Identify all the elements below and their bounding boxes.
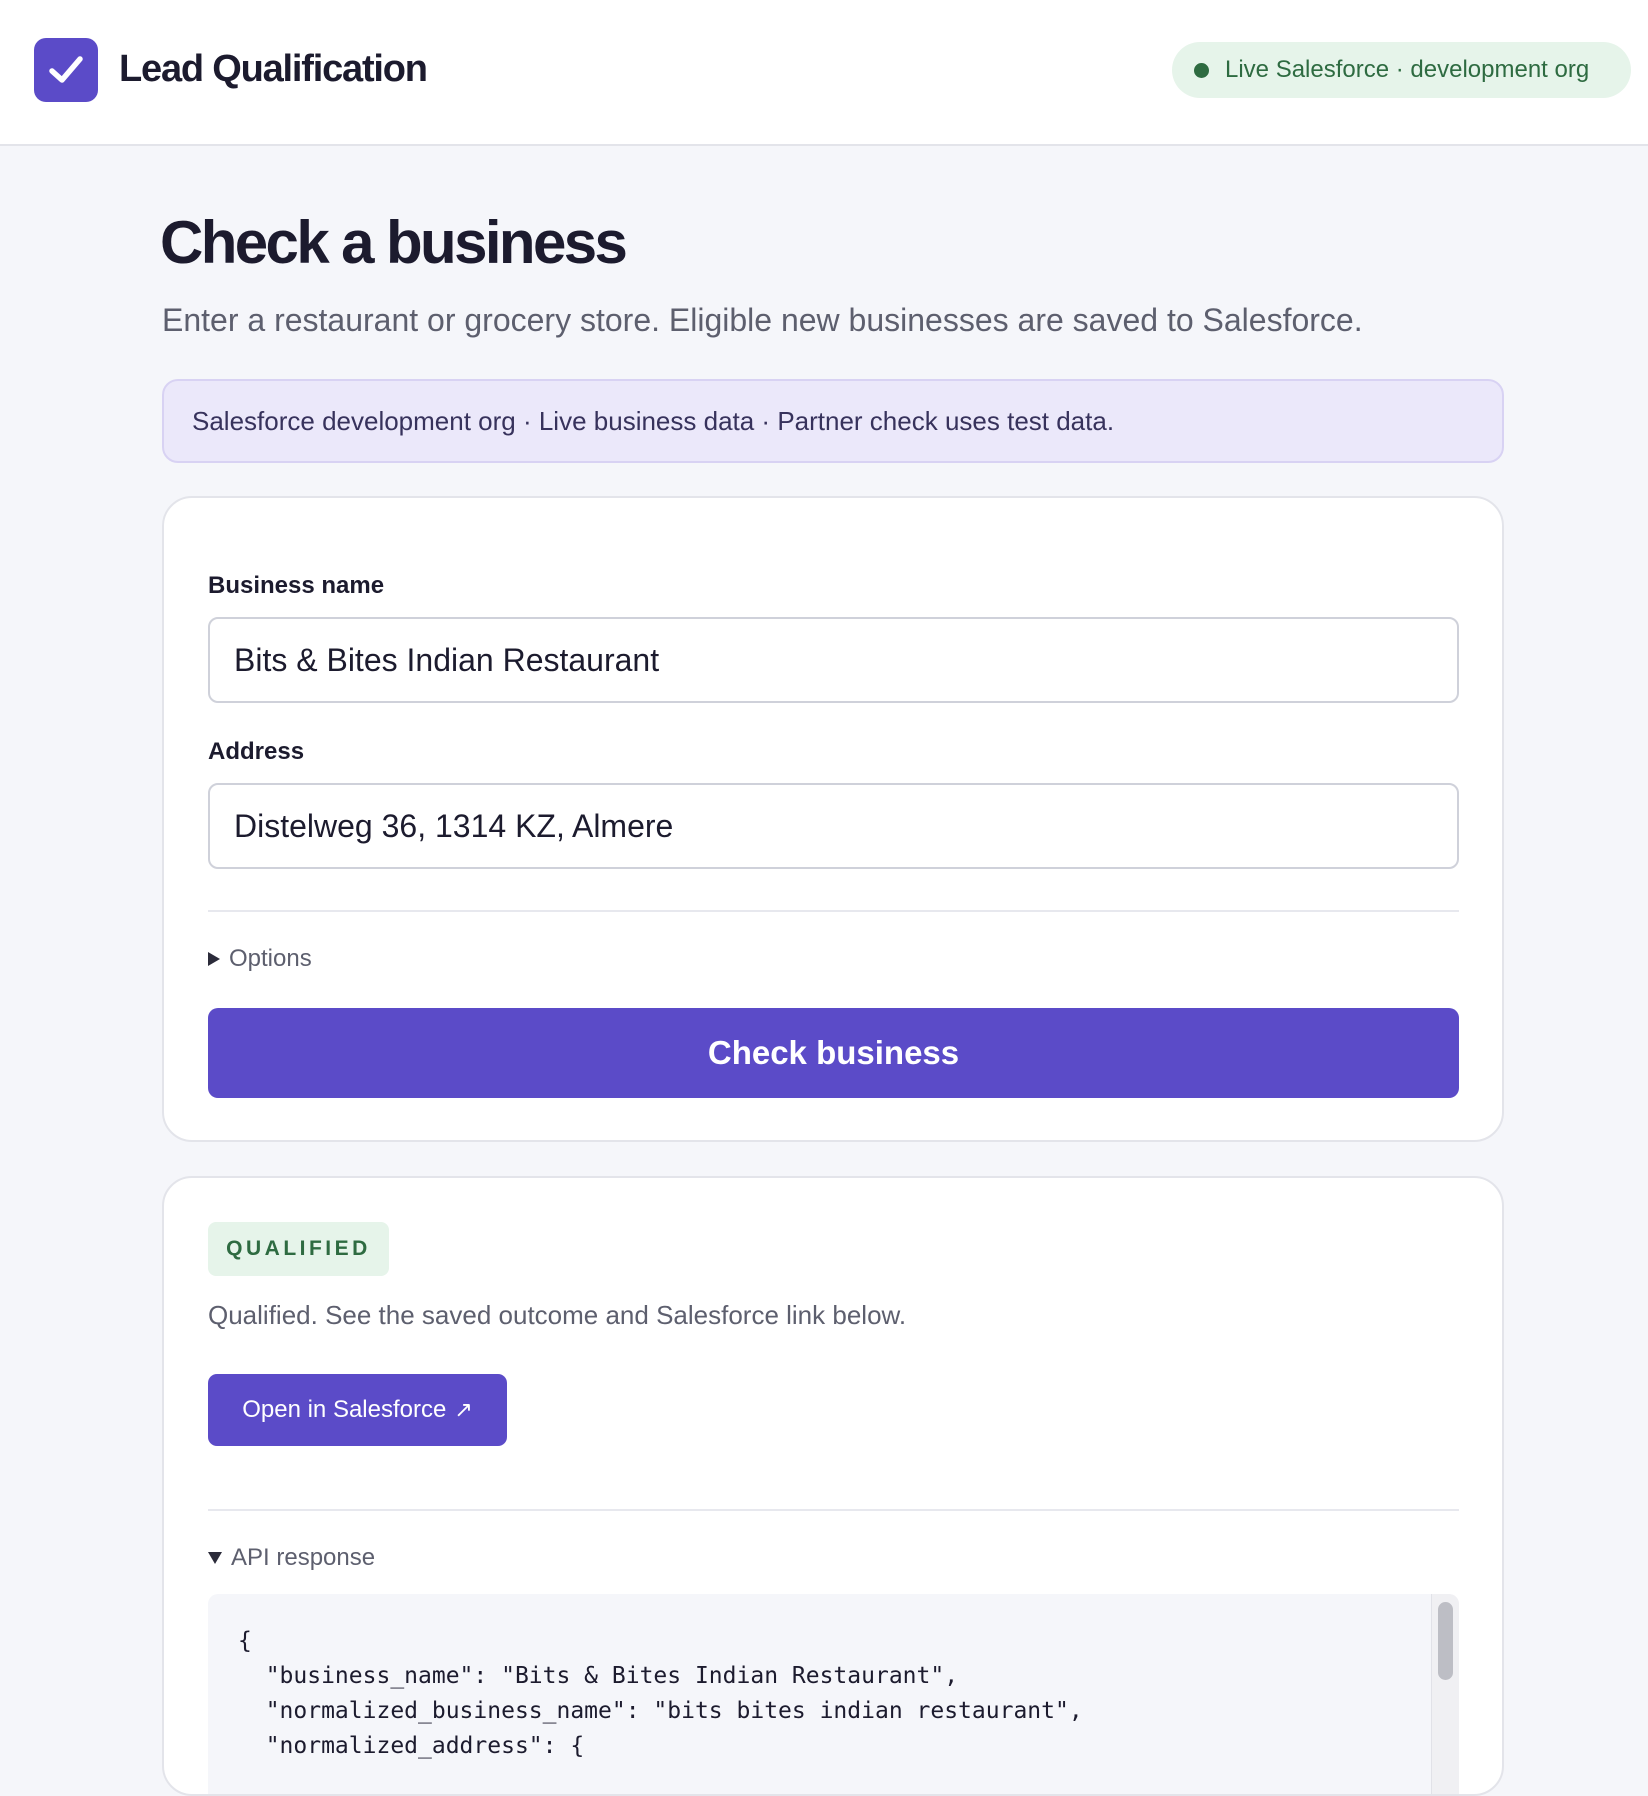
connection-status-badge: Live Salesforce · development org — [1172, 42, 1631, 98]
open-in-salesforce-label: Open in Salesforce — [242, 1396, 447, 1423]
options-toggle[interactable]: Options — [208, 945, 312, 973]
api-response-label: API response — [231, 1544, 376, 1571]
external-link-icon: ↗ — [454, 1397, 473, 1422]
caret-down-icon — [208, 1552, 222, 1564]
business-name-label: Business name — [208, 572, 385, 599]
business-name-input[interactable] — [208, 617, 1459, 703]
open-in-salesforce-button[interactable]: Open in Salesforce ↗ — [208, 1374, 507, 1446]
connection-status-text: Live Salesforce · development org — [1225, 56, 1590, 83]
form-divider — [208, 910, 1459, 912]
address-input[interactable] — [208, 783, 1459, 869]
page-title: Check a business — [160, 209, 628, 276]
app-title: Lead Qualification — [119, 48, 428, 90]
result-message: Qualified. See the saved outcome and Sal… — [208, 1300, 907, 1330]
api-response-json: { "business_name": "Bits & Bites Indian … — [238, 1628, 1083, 1759]
result-card: QUALIFIED Qualified. See the saved outco… — [162, 1176, 1504, 1796]
status-dot-icon — [1194, 62, 1209, 78]
environment-banner-text: Salesforce development org · Live busine… — [192, 405, 1115, 436]
options-label: Options — [229, 945, 312, 972]
check-business-button[interactable]: Check business — [208, 1008, 1459, 1098]
caret-right-icon — [208, 952, 220, 966]
result-divider — [208, 1509, 1459, 1511]
environment-banner: Salesforce development org · Live busine… — [162, 379, 1504, 463]
check-business-form: Business name Address Options Check busi… — [162, 496, 1504, 1142]
qualified-status-badge: QUALIFIED — [208, 1222, 389, 1276]
page-subtitle: Enter a restaurant or grocery store. Eli… — [162, 302, 1363, 338]
api-response-toggle[interactable]: API response — [208, 1544, 375, 1572]
address-label: Address — [208, 738, 305, 765]
checkmark-icon — [34, 38, 98, 102]
code-scrollbar-thumb[interactable] — [1438, 1602, 1453, 1680]
top-bar: Lead Qualification Live Salesforce · dev… — [0, 0, 1648, 146]
